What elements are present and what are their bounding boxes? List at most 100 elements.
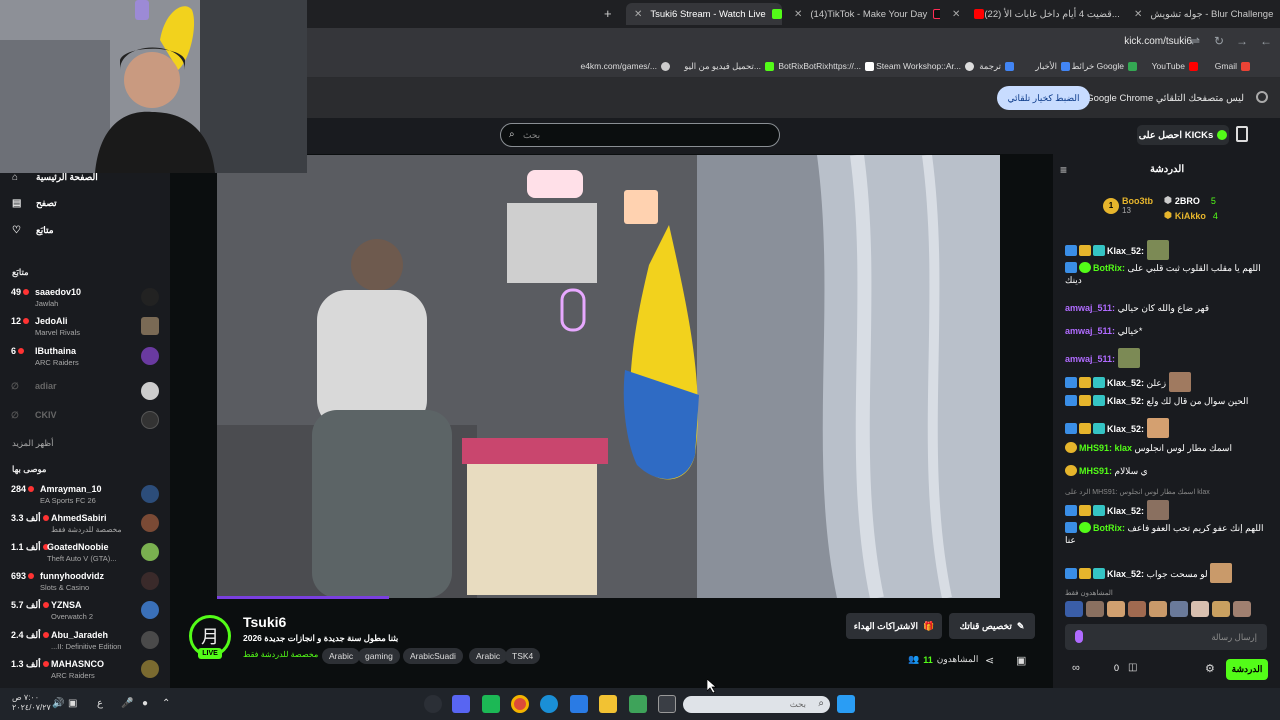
clip-icon[interactable]: ▣ xyxy=(1016,654,1026,667)
tag[interactable]: TSK4 xyxy=(505,648,541,664)
nav-home[interactable]: ⌂ الصفحة الرئيسية xyxy=(12,172,98,183)
tag[interactable]: ArabicSuadi xyxy=(403,648,463,664)
chat-message[interactable]: amwaj_511: خيالي* xyxy=(1065,325,1270,337)
chat-message[interactable]: BotRix: اللهم إنك عفو كريم تحب العفو فاع… xyxy=(1065,522,1270,546)
close-tab-icon[interactable]: ✕ xyxy=(1134,9,1142,20)
chrome-icon[interactable] xyxy=(511,695,529,713)
start-icon[interactable] xyxy=(837,695,855,713)
file-explorer-icon[interactable] xyxy=(599,695,617,713)
edge-icon[interactable] xyxy=(540,695,558,713)
nav-browse[interactable]: ▤ تصفح xyxy=(12,198,57,209)
emoji-icon[interactable] xyxy=(1075,630,1083,643)
recommended-channel[interactable]: 1.3 ألف MAHASNCO ARC Raiders xyxy=(11,659,161,685)
chat-message[interactable]: MHS91: ي سلالام xyxy=(1065,465,1270,477)
chat-message[interactable]: amwaj_511: قهر ضاع والله كان حيالي xyxy=(1065,302,1270,314)
task-view-icon[interactable] xyxy=(658,695,676,713)
points-icon[interactable]: ◫ xyxy=(1128,662,1137,673)
reload-icon[interactable]: ↻ xyxy=(1214,34,1224,48)
kick-logo-icon[interactable] xyxy=(1236,126,1248,142)
streamer-name[interactable]: Tsuki6 xyxy=(243,614,286,630)
close-tab-icon[interactable]: ✕ xyxy=(634,9,642,20)
recommended-channel[interactable]: 1.1 ألف GoatedNoobie Theft Auto V (GTA)... xyxy=(11,542,161,568)
volume-icon[interactable]: 🔊 xyxy=(52,698,64,709)
following-channel[interactable]: 49 saaedov10 Jawlah xyxy=(11,287,161,313)
video-player[interactable] xyxy=(217,155,1000,598)
leaderboard-entry[interactable]: ⬢ KiAkko 4 xyxy=(1164,210,1218,221)
close-tab-icon[interactable]: ✕ xyxy=(952,9,960,20)
leaderboard-entry[interactable]: 1 Boo3tb 13 xyxy=(1103,196,1153,215)
leaderboard-entry[interactable]: ⬢ 2BRO 5 xyxy=(1164,195,1216,206)
tab-tiktok[interactable]: ✕ (14)TikTok - Make Your Day xyxy=(786,3,940,25)
following-channel[interactable]: 6 IButhaina ARC Raiders xyxy=(11,346,161,372)
xbox-app-icon[interactable] xyxy=(482,695,500,713)
bookmark-gmail[interactable]: Gmail xyxy=(1215,61,1250,71)
chat-input[interactable]: إرسال رسالة xyxy=(1065,624,1267,650)
tray-app-icon[interactable]: ● xyxy=(142,698,148,709)
recommended-channel[interactable]: 2.4 ألف Abu_Jaradeh ...II: Definitive Edit… xyxy=(11,630,161,656)
share-icon[interactable]: ⋖ xyxy=(985,654,994,667)
show-hidden-icons[interactable]: ⌃ xyxy=(162,698,170,709)
show-more-link[interactable]: أظهر المزيد xyxy=(12,438,53,449)
get-kicks-button[interactable]: احصل على KICKs xyxy=(1137,125,1229,145)
gift-subs-button[interactable]: الاشتراكات الهداء 🎁 xyxy=(846,613,942,639)
avatar xyxy=(141,660,159,678)
recommended-channel[interactable]: 693 funnyhoodvidz Slots & Casino xyxy=(11,571,161,597)
stream-title: بثنا مطول سنة جديدة و انجازات جديدة 2026 xyxy=(243,633,399,643)
home-icon: ⌂ xyxy=(12,172,19,183)
bookmark-botrix[interactable]: BotRixBotRixhttps://... xyxy=(778,61,874,71)
following-channel[interactable]: 12 JedoAli Marvel Rivals xyxy=(11,316,161,342)
bookmark-e4km[interactable]: e4km.com/games/... xyxy=(580,61,670,71)
stream-category[interactable]: مخصصة للدردشة فقط xyxy=(243,650,318,659)
back-icon[interactable]: ← xyxy=(1260,34,1272,48)
tab-youtube[interactable]: ✕ (22) قضيت 4 أيام داخل غابات الأ... xyxy=(944,3,1122,25)
system-clock[interactable]: ٧:٠٠ ص ٢٠٢٤/٠٧/٢٧ xyxy=(12,693,51,713)
app-icon[interactable] xyxy=(570,695,588,713)
settings-app-icon[interactable] xyxy=(424,695,442,713)
network-icon[interactable]: ▣ xyxy=(68,698,77,709)
search-input[interactable]: ⌕ بحث xyxy=(500,123,780,147)
infinity-icon[interactable]: ∞ xyxy=(1072,662,1080,674)
bookmark-news[interactable]: الأخبار xyxy=(1035,61,1070,72)
chat-message[interactable]: BotRix: اللهم يا مقلب القلوب ثبت قلبي عل… xyxy=(1065,262,1270,286)
chat-message[interactable]: Klax_52: زعلن xyxy=(1065,372,1270,392)
bookmark-youtube[interactable]: YouTube xyxy=(1152,61,1198,71)
chat-message[interactable]: Klax_52: لو مسحت جواب xyxy=(1065,563,1270,583)
discord-icon[interactable] xyxy=(452,695,470,713)
chat-message[interactable]: amwaj_511: xyxy=(1065,348,1270,368)
bookmark-maps[interactable]: خرائط Google xyxy=(1071,61,1137,72)
tag[interactable]: gaming xyxy=(358,648,400,664)
chat-message[interactable]: Klax_52: xyxy=(1065,240,1270,260)
url-text[interactable]: kick.com/tsuki6 xyxy=(1124,36,1192,47)
bookmark-translate[interactable]: ترجمة xyxy=(979,61,1014,72)
store-icon[interactable] xyxy=(629,695,647,713)
recommended-channel[interactable]: 3.3 ألف AhmedSabiri مخصصة للدردشة فقط xyxy=(11,513,161,539)
nav-following[interactable]: ♡ متابَع xyxy=(12,225,54,236)
tag[interactable]: Arabic xyxy=(322,648,361,664)
chat-message[interactable]: Klax_52: xyxy=(1065,418,1270,438)
keyboard-lang[interactable]: ع xyxy=(97,698,103,709)
following-channel-offline[interactable]: ∅ CKIV xyxy=(11,410,161,436)
set-default-button[interactable]: الضبط كخيار تلقائي xyxy=(997,86,1090,110)
customize-channel-button[interactable]: تخصيص قناتك ✎ xyxy=(949,613,1035,639)
bookmark-steam[interactable]: Steam Workshop::Ar... xyxy=(876,61,974,71)
recommended-channel[interactable]: 5.7 ألف YZNSA Overwatch 2 xyxy=(11,600,161,626)
tab-blur-challenge[interactable]: ✕ جوله تشويش - Blur Challenge xyxy=(1126,3,1280,25)
stream-progress-bar[interactable] xyxy=(217,596,389,599)
tag[interactable]: Arabic xyxy=(469,648,508,664)
chat-message[interactable]: Klax_52: الحين سوال من قال لك ولع xyxy=(1065,395,1270,407)
mic-icon[interactable]: 🎤 xyxy=(121,698,133,709)
recommended-channel[interactable]: 284 Amrayman_10 EA Sports FC 26 xyxy=(11,484,161,510)
chat-message[interactable]: MHS91: klax اسمك مطار لوس انجلوس xyxy=(1065,442,1270,454)
following-channel-offline[interactable]: ∅ adiar xyxy=(11,381,161,407)
close-tab-icon[interactable]: ✕ xyxy=(794,9,802,20)
chat-send-button[interactable]: الدردشة xyxy=(1226,659,1268,680)
gear-icon[interactable]: ⚙ xyxy=(1205,662,1215,675)
forward-icon[interactable]: → xyxy=(1236,34,1248,48)
collapse-chat-icon[interactable]: ≡ xyxy=(1060,163,1067,177)
new-tab-button[interactable]: + xyxy=(604,6,612,21)
taskbar-search[interactable]: بحث ⌕ xyxy=(683,696,830,713)
chat-message[interactable]: Klax_52: xyxy=(1065,500,1270,520)
bookmark-video-download[interactable]: تحميل فيديو من اليو... xyxy=(684,61,774,72)
chat-viewer-avatars[interactable] xyxy=(1065,601,1251,617)
tab-kick-active[interactable]: ✕ Tsuki6 Stream - Watch Live xyxy=(626,3,782,25)
